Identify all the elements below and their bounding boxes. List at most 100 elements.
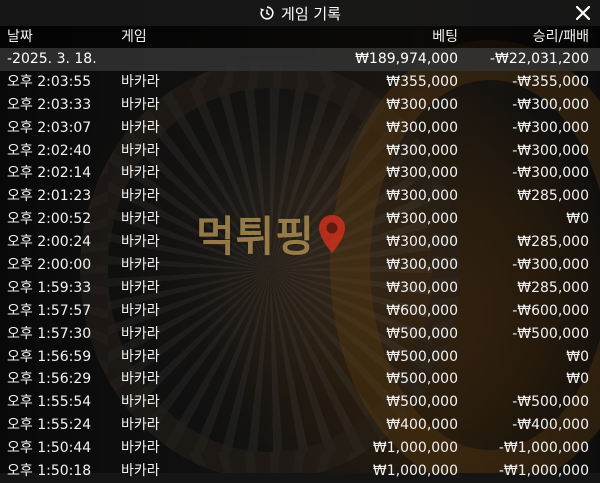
row-game: 바카라 <box>121 234 160 251</box>
row-bet: ₩300,000 <box>386 257 458 274</box>
table-row[interactable]: 오후 2:00:52 바카라 ₩300,000 ₩0 <box>0 208 600 231</box>
row-time: 오후 2:03:07 <box>7 119 92 136</box>
column-header-win-loss: 승리/패배 <box>532 29 589 45</box>
row-bet: ₩1,000,000 <box>372 440 458 457</box>
row-win-loss: ₩0 <box>566 348 589 365</box>
row-time: 오후 1:59:33 <box>7 279 92 296</box>
table-row[interactable]: 오후 2:02:40 바카라 ₩300,000 -₩300,000 <box>0 140 600 163</box>
game-history-table[interactable]: -2025. 3. 18. ₩189,974,000 -₩22,031,200 … <box>0 48 600 483</box>
table-row[interactable]: 오후 2:00:00 바카라 ₩300,000 -₩300,000 <box>0 254 600 277</box>
table-row[interactable]: 오후 2:02:14 바카라 ₩300,000 -₩300,000 <box>0 162 600 185</box>
row-time: 오후 1:56:59 <box>7 348 92 365</box>
row-win-loss: -₩600,000 <box>512 302 589 319</box>
row-time: 오후 1:50:44 <box>7 440 92 457</box>
row-game: 바카라 <box>121 96 160 113</box>
row-bet: ₩600,000 <box>386 302 458 319</box>
row-bet: ₩500,000 <box>386 371 458 388</box>
table-header: 날짜 게임 베팅 승리/패배 <box>0 26 600 48</box>
row-bet: ₩300,000 <box>386 165 458 182</box>
row-game: 바카라 <box>121 73 160 90</box>
summary-bet: ₩189,974,000 <box>355 51 458 67</box>
row-time: 오후 2:00:00 <box>7 257 92 274</box>
row-bet: ₩300,000 <box>386 96 458 113</box>
table-row[interactable]: 오후 2:03:33 바카라 ₩300,000 -₩300,000 <box>0 94 600 117</box>
summary-win-loss: -₩22,031,200 <box>489 51 589 67</box>
row-game: 바카라 <box>121 211 160 228</box>
row-time: 오후 1:57:30 <box>7 325 92 342</box>
table-row[interactable]: 오후 1:50:18 바카라 ₩1,000,000 -₩1,000,000 <box>0 460 600 483</box>
table-row[interactable]: 오후 1:56:59 바카라 ₩500,000 ₩0 <box>0 346 600 369</box>
row-game: 바카라 <box>121 440 160 457</box>
row-time: 오후 1:57:57 <box>7 302 92 319</box>
row-game: 바카라 <box>121 325 160 342</box>
row-win-loss: -₩300,000 <box>512 96 589 113</box>
table-row[interactable]: 오후 1:57:57 바카라 ₩600,000 -₩600,000 <box>0 300 600 323</box>
row-win-loss: ₩285,000 <box>517 234 589 251</box>
row-win-loss: ₩285,000 <box>517 279 589 296</box>
row-game: 바카라 <box>121 142 160 159</box>
row-game: 바카라 <box>121 188 160 205</box>
row-win-loss: -₩1,000,000 <box>498 440 589 457</box>
column-header-date: 날짜 <box>7 29 33 45</box>
table-row[interactable]: 오후 1:57:30 바카라 ₩500,000 -₩500,000 <box>0 323 600 346</box>
row-time: 오후 2:03:55 <box>7 73 92 90</box>
row-game: 바카라 <box>121 302 160 319</box>
row-time: 오후 2:02:40 <box>7 142 92 159</box>
row-bet: ₩355,000 <box>386 73 458 90</box>
close-icon[interactable] <box>575 5 591 21</box>
table-row[interactable]: 오후 1:56:29 바카라 ₩500,000 ₩0 <box>0 368 600 391</box>
row-bet: ₩400,000 <box>386 417 458 434</box>
row-win-loss: -₩400,000 <box>512 417 589 434</box>
row-bet: ₩300,000 <box>386 119 458 136</box>
table-row[interactable]: 오후 1:59:33 바카라 ₩300,000 ₩285,000 <box>0 277 600 300</box>
row-game: 바카라 <box>121 394 160 411</box>
row-time: 오후 1:55:24 <box>7 417 92 434</box>
date-summary-row[interactable]: -2025. 3. 18. ₩189,974,000 -₩22,031,200 <box>0 48 600 71</box>
row-win-loss: -₩500,000 <box>512 325 589 342</box>
row-time: 오후 1:50:18 <box>7 463 92 480</box>
row-time: 오후 1:55:54 <box>7 394 92 411</box>
row-win-loss: -₩300,000 <box>512 257 589 274</box>
dialog-header: 게임 기록 <box>0 0 600 26</box>
row-bet: ₩300,000 <box>386 142 458 159</box>
table-row[interactable]: 오후 1:50:44 바카라 ₩1,000,000 -₩1,000,000 <box>0 437 600 460</box>
row-game: 바카라 <box>121 165 160 182</box>
row-win-loss: -₩300,000 <box>512 119 589 136</box>
row-game: 바카라 <box>121 417 160 434</box>
dialog-title: 게임 기록 <box>281 4 341 23</box>
row-bet: ₩300,000 <box>386 234 458 251</box>
row-game: 바카라 <box>121 371 160 388</box>
row-win-loss: -₩300,000 <box>512 165 589 182</box>
table-row[interactable]: 오후 1:55:24 바카라 ₩400,000 -₩400,000 <box>0 414 600 437</box>
row-bet: ₩300,000 <box>386 211 458 228</box>
row-bet: ₩300,000 <box>386 188 458 205</box>
table-row[interactable]: 오후 2:00:24 바카라 ₩300,000 ₩285,000 <box>0 231 600 254</box>
column-header-game: 게임 <box>121 29 147 45</box>
table-row[interactable]: 오후 2:01:23 바카라 ₩300,000 ₩285,000 <box>0 185 600 208</box>
row-bet: ₩300,000 <box>386 279 458 296</box>
summary-date: -2025. 3. 18. <box>7 51 97 67</box>
table-row[interactable]: 오후 2:03:07 바카라 ₩300,000 -₩300,000 <box>0 117 600 140</box>
close-button[interactable] <box>572 2 594 24</box>
row-win-loss: -₩355,000 <box>512 73 589 90</box>
row-game: 바카라 <box>121 257 160 274</box>
title-wrap: 게임 기록 <box>259 3 341 24</box>
row-win-loss: -₩500,000 <box>512 394 589 411</box>
table-row[interactable]: 오후 2:03:55 바카라 ₩355,000 -₩355,000 <box>0 71 600 94</box>
row-time: 오후 2:00:52 <box>7 211 92 228</box>
row-bet: ₩1,000,000 <box>372 463 458 480</box>
table-row[interactable]: 오후 1:55:54 바카라 ₩500,000 -₩500,000 <box>0 391 600 414</box>
column-header-bet: 베팅 <box>432 29 458 45</box>
row-time: 오후 2:02:14 <box>7 165 92 182</box>
row-win-loss: ₩0 <box>566 211 589 228</box>
row-time: 오후 2:00:24 <box>7 234 92 251</box>
row-bet: ₩500,000 <box>386 348 458 365</box>
row-game: 바카라 <box>121 463 160 480</box>
row-bet: ₩500,000 <box>386 394 458 411</box>
row-win-loss: -₩300,000 <box>512 142 589 159</box>
row-bet: ₩500,000 <box>386 325 458 342</box>
row-time: 오후 2:01:23 <box>7 188 92 205</box>
row-game: 바카라 <box>121 279 160 296</box>
row-game: 바카라 <box>121 119 160 136</box>
row-game: 바카라 <box>121 348 160 365</box>
